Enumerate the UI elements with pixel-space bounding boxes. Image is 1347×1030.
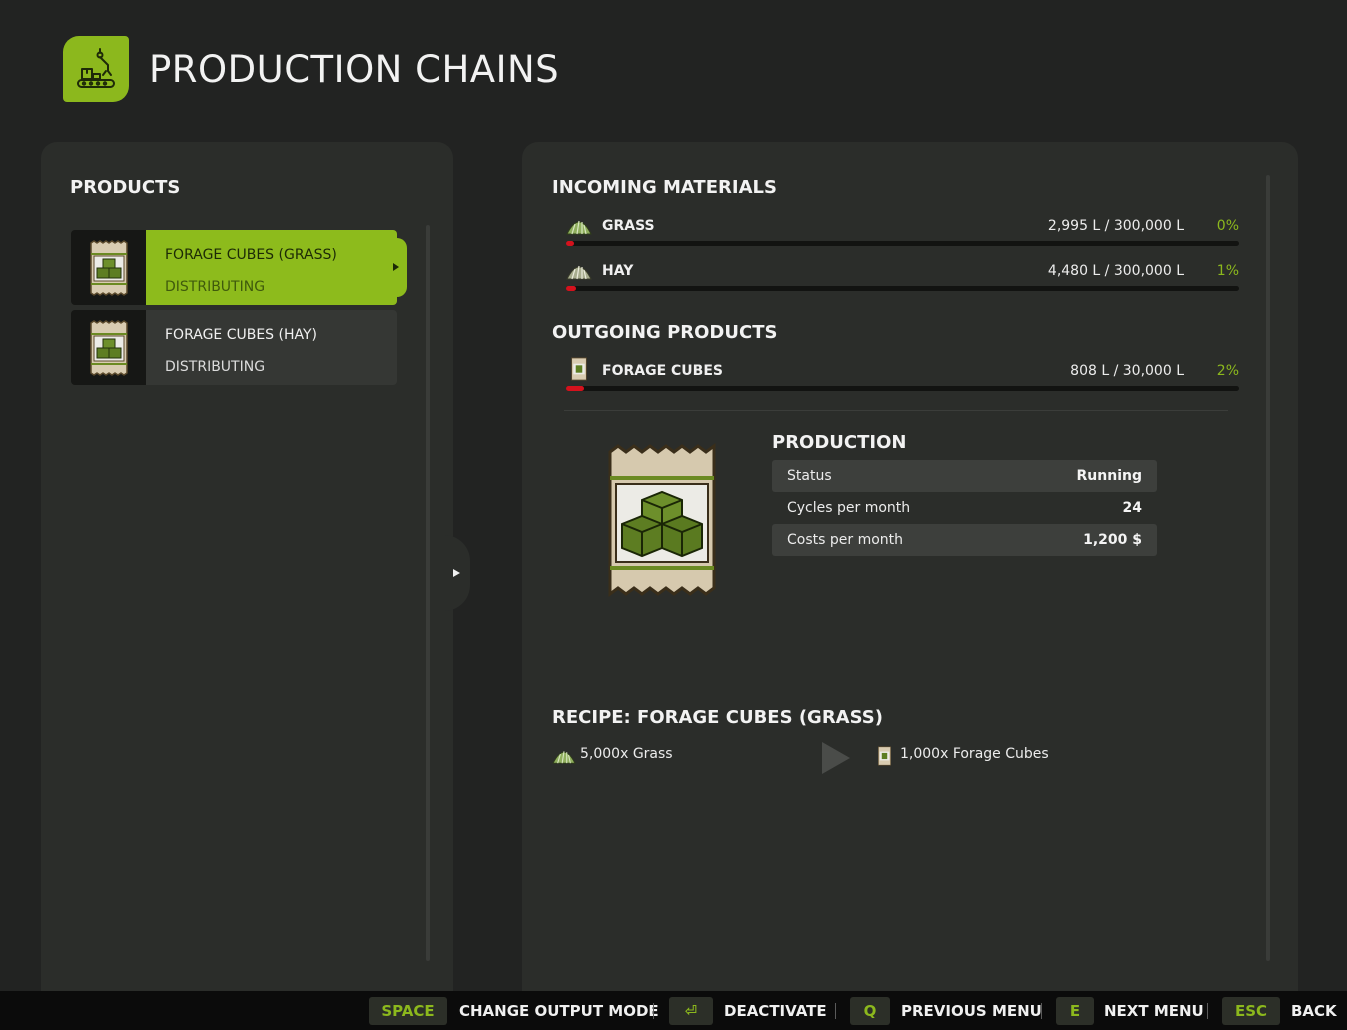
page-title: PRODUCTION CHAINS — [149, 48, 560, 91]
material-row-grass: GRASS 2,995 L / 300,000 L 0% — [566, 218, 1239, 254]
product-item-forage-cubes-grass[interactable]: FORAGE CUBES (GRASS) DISTRIBUTING — [71, 230, 407, 305]
fill-level-bar — [566, 241, 1239, 246]
next-menu-button[interactable]: NEXT MENU — [1104, 1002, 1204, 1020]
key-esc[interactable]: ESC — [1222, 997, 1280, 1025]
details-panel: INCOMING MATERIALS GRASS 2,995 L / 300,0… — [522, 142, 1298, 1002]
fill-level-fill — [566, 386, 585, 391]
separator — [835, 1003, 836, 1019]
key-q[interactable]: Q — [850, 997, 890, 1025]
forage-cube-bag-icon — [90, 320, 128, 376]
stat-value: 24 — [1122, 500, 1142, 516]
separator — [1041, 1003, 1042, 1019]
recipe-input: 5,000x Grass — [580, 746, 673, 762]
product-name: FORAGE CUBES (GRASS) — [165, 247, 337, 263]
product-item-body: FORAGE CUBES (GRASS) DISTRIBUTING — [146, 230, 397, 305]
stat-row-cycles: Cycles per month 24 — [772, 492, 1157, 524]
product-status: DISTRIBUTING — [165, 359, 266, 375]
stat-label: Costs per month — [787, 532, 904, 548]
material-amount: 4,480 L / 300,000 L — [1047, 263, 1184, 279]
forage-cube-bag-icon — [90, 240, 128, 296]
key-enter[interactable]: ⏎ — [669, 997, 713, 1025]
details-scrollbar[interactable] — [1266, 175, 1270, 961]
grass-icon — [566, 214, 592, 240]
product-status: DISTRIBUTING — [165, 279, 266, 295]
products-panel: PRODUCTS FORAGE CUBES (GRASS) DISTRIBUTI… — [41, 142, 453, 1002]
grass-icon — [552, 745, 576, 769]
material-amount: 808 L / 30,000 L — [1070, 363, 1184, 379]
product-item-body: FORAGE CUBES (HAY) DISTRIBUTING — [146, 310, 397, 385]
fill-level-bar — [566, 286, 1239, 291]
stat-row-costs: Costs per month 1,200 $ — [772, 524, 1157, 556]
material-percent: 0% — [1216, 218, 1239, 234]
production-heading: PRODUCTION — [772, 432, 907, 453]
stat-label: Status — [787, 468, 832, 484]
back-button[interactable]: BACK — [1291, 1002, 1337, 1020]
production-stats: Status Running Cycles per month 24 Costs… — [772, 460, 1157, 556]
material-row-forage-cubes: FORAGE CUBES 808 L / 30,000 L 2% — [566, 357, 1239, 399]
products-heading: PRODUCTS — [70, 177, 181, 198]
fill-level-fill — [566, 286, 577, 291]
change-output-mode-button[interactable]: CHANGE OUTPUT MODE — [459, 1002, 659, 1020]
product-thumb — [71, 230, 146, 305]
material-row-hay: HAY 4,480 L / 300,000 L 1% — [566, 263, 1239, 299]
production-chains-icon — [63, 36, 129, 102]
forage-cube-bag-icon — [877, 746, 892, 770]
product-name: FORAGE CUBES (HAY) — [165, 327, 318, 343]
fill-level-fill — [566, 241, 575, 246]
stat-label: Cycles per month — [787, 500, 911, 516]
conveyor-robot-arm-icon — [77, 48, 115, 88]
play-arrow-icon — [822, 742, 850, 774]
recipe-heading: RECIPE: FORAGE CUBES (GRASS) — [552, 707, 883, 728]
section-divider — [564, 410, 1228, 411]
product-item-forage-cubes-hay[interactable]: FORAGE CUBES (HAY) DISTRIBUTING — [71, 310, 397, 385]
previous-menu-button[interactable]: PREVIOUS MENU — [901, 1002, 1042, 1020]
chevron-right-icon — [453, 569, 460, 577]
input-hint-bar: SPACE CHANGE OUTPUT MODE ⏎ DEACTIVATE Q … — [0, 991, 1347, 1030]
stat-value: Running — [1076, 468, 1142, 484]
outgoing-products-heading: OUTGOING PRODUCTS — [552, 322, 778, 343]
material-amount: 2,995 L / 300,000 L — [1047, 218, 1184, 234]
material-name: FORAGE CUBES — [602, 363, 723, 379]
material-percent: 2% — [1216, 363, 1239, 379]
separator — [1207, 1003, 1208, 1019]
recipe-output: 1,000x Forage Cubes — [900, 746, 1049, 762]
material-name: HAY — [602, 263, 634, 279]
stat-row-status: Status Running — [772, 460, 1157, 492]
hay-icon — [566, 259, 592, 285]
key-e[interactable]: E — [1056, 997, 1094, 1025]
material-name: GRASS — [602, 218, 655, 234]
products-scrollbar[interactable] — [426, 225, 430, 961]
product-thumb — [71, 310, 146, 385]
incoming-materials-heading: INCOMING MATERIALS — [552, 177, 777, 198]
forage-cube-bag-icon — [604, 442, 720, 602]
fill-level-bar — [566, 386, 1239, 391]
separator — [653, 1003, 654, 1019]
stat-value: 1,200 $ — [1083, 532, 1142, 548]
selection-arrow-icon — [393, 263, 399, 271]
material-percent: 1% — [1216, 263, 1239, 279]
deactivate-button[interactable]: DEACTIVATE — [724, 1002, 827, 1020]
forage-cube-bag-icon — [570, 357, 588, 385]
key-space[interactable]: SPACE — [369, 997, 447, 1025]
